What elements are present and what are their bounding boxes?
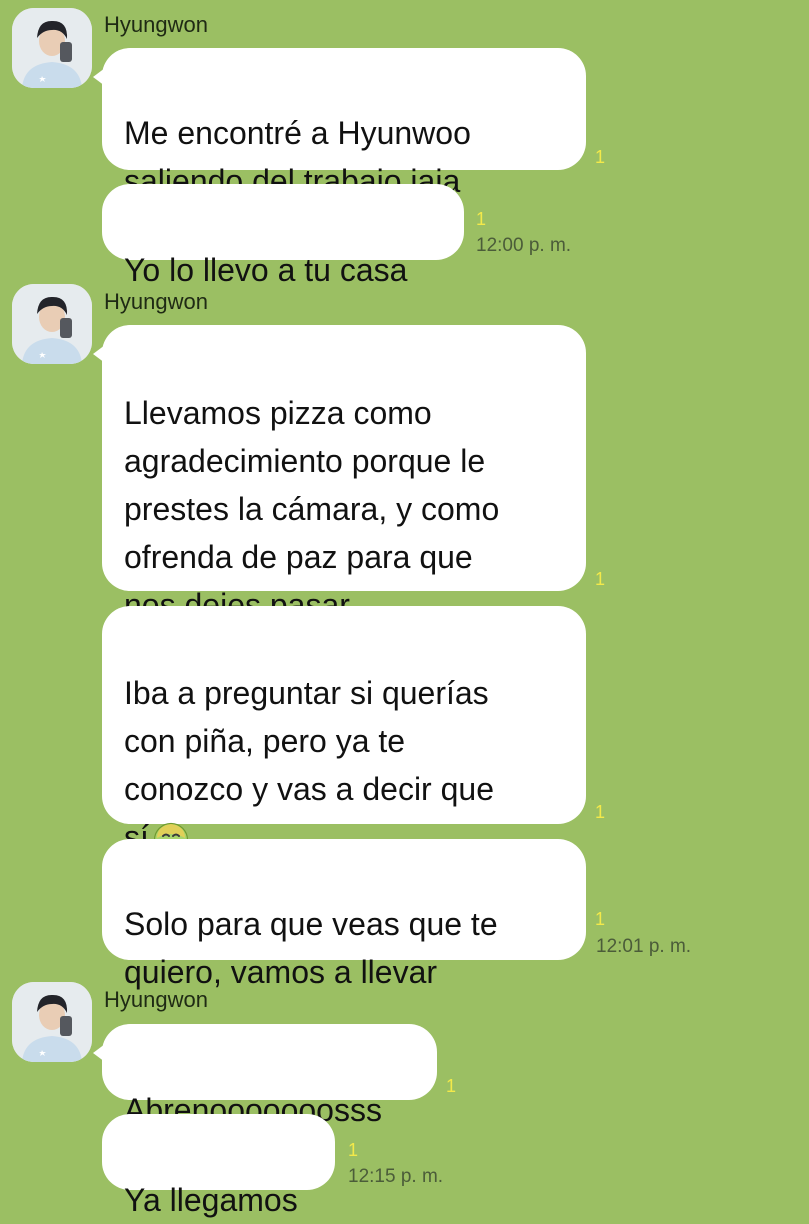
read-count: 1 [595, 802, 606, 822]
message-bubble[interactable]: Abrenooooooosss [93, 1024, 437, 1128]
read-count: 1 [595, 569, 606, 589]
sender-name: Hyungwon [104, 987, 208, 1012]
message-bubble[interactable]: Iba a preguntar si querías con piña, per… [102, 606, 586, 857]
message-bubble[interactable]: Ya llegamos [102, 1114, 335, 1218]
message-text: Yo lo llevo a tu casa [124, 252, 408, 288]
sender-name: Hyungwon [104, 289, 208, 314]
message-timestamp: 12:01 p. m. [596, 936, 692, 957]
message-text: Llevamos pizza como agradecimiento porqu… [124, 395, 500, 623]
contact-avatar[interactable] [12, 284, 92, 364]
message-bubble[interactable]: Llevamos pizza como agradecimiento porqu… [93, 325, 586, 623]
read-count: 1 [595, 909, 606, 929]
message-timestamp: 12:15 p. m. [348, 1166, 444, 1187]
contact-avatar[interactable] [12, 8, 92, 88]
message-text: Solo para que veas que te quiero, vamos … [124, 906, 498, 990]
message-bubble[interactable]: Yo lo llevo a tu casa [102, 184, 464, 288]
message-timestamp: 12:00 p. m. [476, 235, 572, 256]
profile-photo-icon [12, 8, 92, 88]
message-bubble[interactable]: Solo para que veas que te quiero, vamos … [102, 839, 586, 990]
read-count: 1 [595, 147, 606, 167]
profile-photo-icon [12, 284, 92, 364]
message-text: Ya llegamos [124, 1182, 298, 1218]
read-count: 1 [446, 1076, 457, 1096]
read-count: 1 [476, 209, 487, 229]
message-bubble[interactable]: Me encontré a Hyunwoo saliendo del traba… [93, 48, 586, 199]
profile-photo-icon [12, 982, 92, 1062]
read-count: 1 [348, 1140, 359, 1160]
sender-name: Hyungwon [104, 12, 208, 37]
contact-avatar[interactable] [12, 982, 92, 1062]
